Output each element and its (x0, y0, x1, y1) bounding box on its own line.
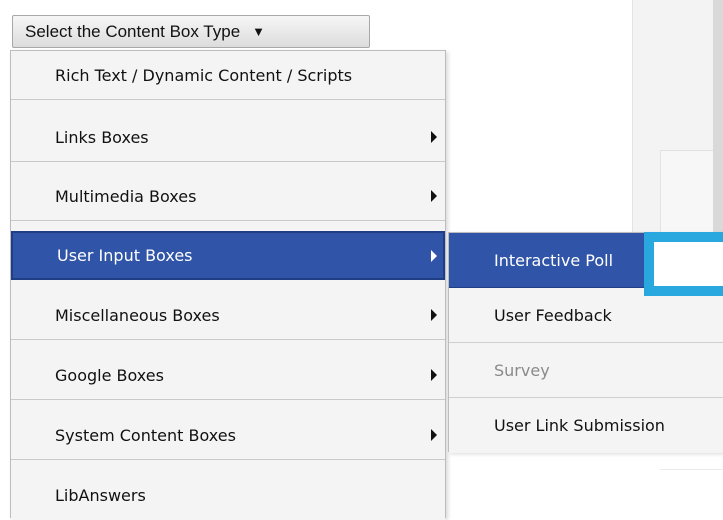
menu-item-rich-text[interactable]: Rich Text / Dynamic Content / Scripts (11, 51, 445, 100)
submenu-item-label: Survey (494, 360, 550, 380)
menu-item-label: Google Boxes (55, 365, 164, 385)
menu-item-label: System Content Boxes (55, 425, 236, 445)
submenu-item-user-link-submission[interactable]: User Link Submission (449, 398, 723, 453)
menu-item-label: Links Boxes (55, 127, 149, 147)
content-box-type-select[interactable]: Select the Content Box Type ▼ (12, 15, 370, 48)
content-box-type-menu: Rich Text / Dynamic Content / Scripts Li… (10, 50, 446, 520)
annotation-arrow-icon (644, 184, 723, 344)
menu-item-links-boxes[interactable]: Links Boxes (11, 113, 445, 162)
menu-item-user-input-boxes[interactable]: User Input Boxes (11, 231, 445, 280)
menu-item-label: Rich Text / Dynamic Content / Scripts (55, 65, 353, 85)
submenu-item-survey: Survey (449, 343, 723, 398)
menu-item-miscellaneous-boxes[interactable]: Miscellaneous Boxes (11, 291, 445, 340)
menu-item-label: Multimedia Boxes (55, 186, 197, 206)
menu-item-label: User Input Boxes (57, 246, 193, 265)
menu-item-label: Miscellaneous Boxes (55, 305, 220, 325)
menu-item-label: LibAnswers (55, 486, 146, 505)
caret-down-icon: ▼ (252, 24, 266, 39)
select-label: Select the Content Box Type (25, 21, 241, 41)
submenu-arrow-icon (431, 249, 437, 262)
menu-item-multimedia-boxes[interactable]: Multimedia Boxes (11, 172, 445, 221)
menu-item-system-content-boxes[interactable]: System Content Boxes (11, 411, 445, 460)
submenu-item-label: User Link Submission (494, 416, 665, 435)
submenu-arrow-icon (431, 369, 437, 381)
submenu-item-label: User Feedback (494, 305, 612, 325)
submenu-arrow-icon (431, 309, 437, 321)
menu-item-google-boxes[interactable]: Google Boxes (11, 351, 445, 400)
submenu-arrow-icon (431, 190, 437, 202)
submenu-arrow-icon (431, 429, 437, 441)
submenu-item-label: Interactive Poll (494, 250, 614, 270)
menu-item-libanswers[interactable]: LibAnswers (11, 471, 445, 520)
submenu-arrow-icon (431, 131, 437, 143)
